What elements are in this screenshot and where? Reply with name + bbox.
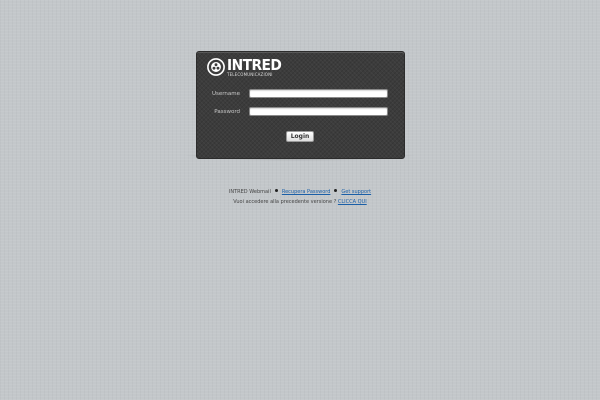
brand-name: INTRED <box>227 55 282 74</box>
old-version-notice: Vuoi accedere alla precedente versione ?… <box>0 199 600 206</box>
old-version-text: Vuoi accedere alla precedente versione ? <box>233 199 337 205</box>
brand-wordmark: INTRED TELECOMUNICAZIONI <box>227 55 286 77</box>
bullet-icon <box>274 189 278 192</box>
footer-links: INTRED Webmail Recupera Password Get suppo… <box>0 189 600 196</box>
get-support-link[interactable]: Get support <box>341 189 371 195</box>
password-input[interactable] <box>249 107 388 116</box>
recover-password-link[interactable]: Recupera Password <box>282 189 331 195</box>
login-panel: INTRED TELECOMUNICAZIONI Username Passwo… <box>196 51 405 159</box>
webmail-label: INTRED Webmail <box>228 189 271 195</box>
brand-logo: INTRED TELECOMUNICAZIONI <box>207 57 286 77</box>
username-label: Username <box>211 91 240 97</box>
old-version-link[interactable]: CLICCA QUI <box>338 199 367 205</box>
username-input[interactable] <box>249 89 388 98</box>
login-button[interactable]: Login <box>286 131 314 142</box>
password-label: Password <box>214 109 240 115</box>
intred-logo-icon <box>207 58 225 76</box>
bullet-icon <box>334 189 338 192</box>
